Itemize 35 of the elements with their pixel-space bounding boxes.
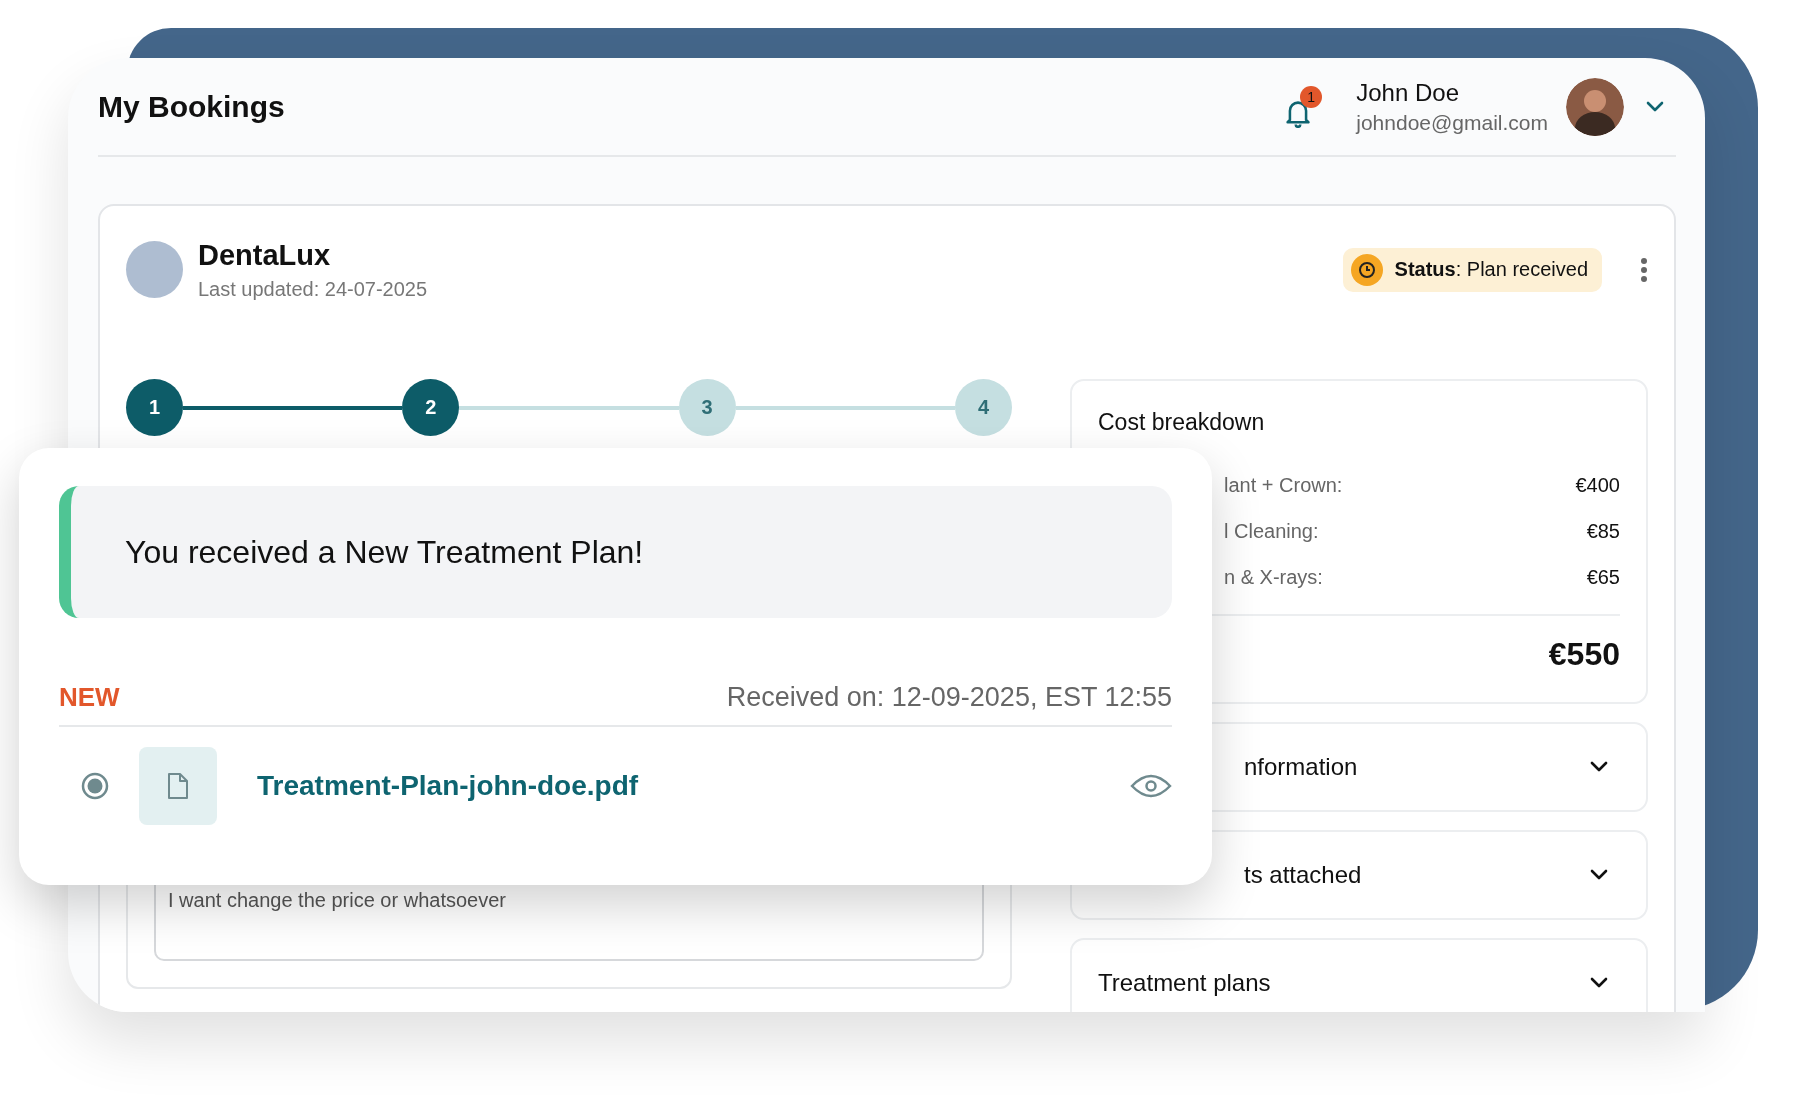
page-title: My Bookings (98, 89, 286, 124)
cost-label: lant + Crown: (1223, 473, 1343, 497)
clock-icon (1350, 253, 1383, 286)
chevron-icon (1590, 761, 1608, 773)
received-date: Received on: 12-09-2025, EST 12:55 (726, 682, 1172, 713)
more-icon[interactable] (1640, 256, 1648, 283)
cost-label: n & X-rays: (1223, 565, 1323, 589)
document-icon (166, 772, 190, 800)
new-label: NEW (59, 682, 120, 713)
chevron-icon (1646, 100, 1664, 113)
notification-badge: 1 (1300, 85, 1323, 108)
accordion-header[interactable]: Treatment plans (1070, 938, 1648, 1012)
cost-amount: €400 (1575, 473, 1620, 497)
cost-amount: €65 (1586, 565, 1620, 589)
cost-total: €550 (1547, 636, 1620, 673)
step-circle: 2 (402, 379, 460, 436)
step-circle: 3 (678, 379, 736, 436)
step-circle: 1 (126, 379, 183, 436)
last-updated: Last updated: 24-07-2025 (198, 277, 429, 301)
radio-button[interactable] (81, 772, 109, 800)
avatar-icon[interactable] (1566, 77, 1624, 136)
status-text: Status: Plan received (1394, 258, 1588, 281)
eye-icon[interactable] (1130, 772, 1172, 800)
clinic-logo (126, 241, 183, 298)
cost-label: l Cleaning: (1223, 519, 1319, 543)
chevron-icon (1590, 869, 1608, 881)
user-name: John Doe (1356, 78, 1460, 107)
chevron-icon (1590, 977, 1608, 989)
user-email: johndoe@gmail.com (1356, 110, 1548, 135)
step-circle: 4 (955, 379, 1012, 436)
cost-amount: €85 (1586, 519, 1620, 543)
cost-title: Cost breakdown (1098, 409, 1266, 436)
clinic-name: DentaLux (198, 238, 332, 272)
notification-button[interactable]: 1 (1284, 85, 1323, 128)
message-text: You received a New Treatment Plan! (125, 533, 644, 571)
